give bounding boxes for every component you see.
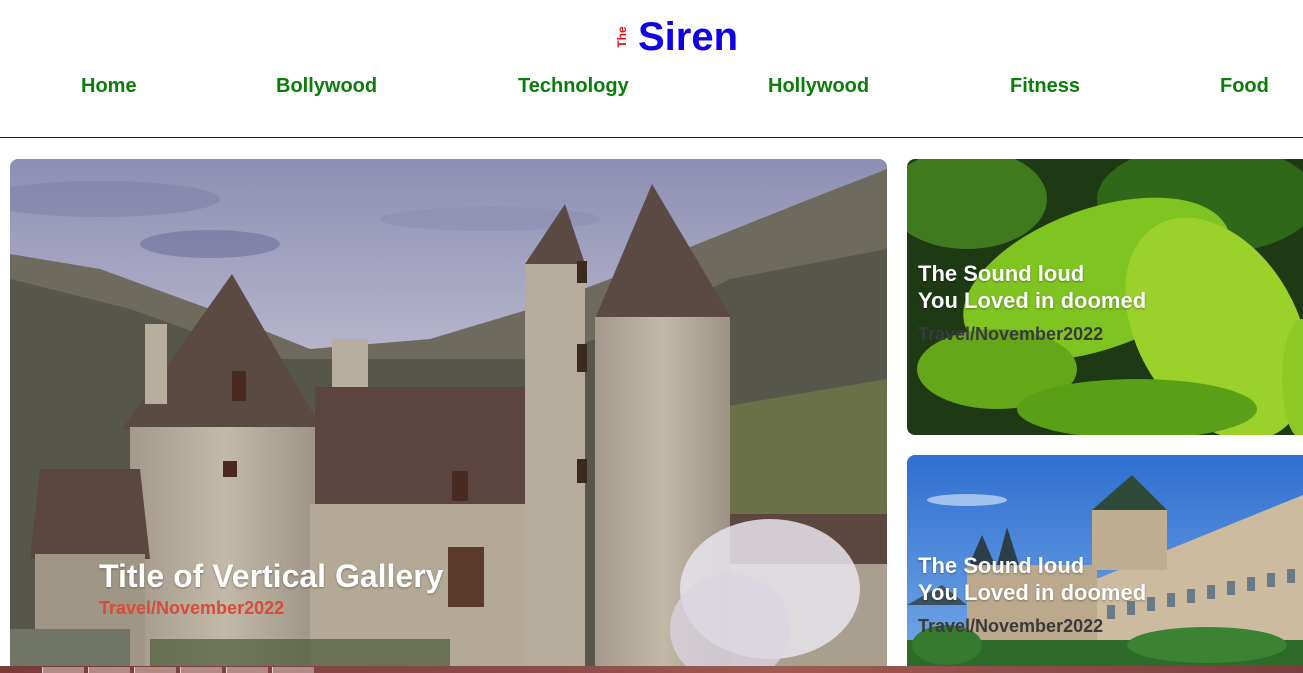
header-divider (0, 137, 1303, 138)
gallery-thumb[interactable] (226, 667, 268, 673)
main-gallery-card[interactable]: Title of Vertical Gallery Travel/Novembe… (10, 159, 887, 673)
side-card-1-caption: The Sound loud You Loved in doomed Trave… (918, 260, 1146, 345)
side-card-2-title-line1[interactable]: The Sound loud (918, 552, 1146, 579)
gallery-thumb[interactable] (272, 667, 314, 673)
gallery-thumb[interactable] (180, 667, 222, 673)
side-card-1-meta: Travel/November2022 (918, 324, 1104, 344)
nav-bollywood[interactable]: Bollywood (276, 74, 377, 98)
main-card-title[interactable]: Title of Vertical Gallery (99, 558, 443, 594)
gallery-thumb[interactable] (134, 667, 176, 673)
side-card-building[interactable]: The Sound loud You Loved in doomed Trave… (907, 455, 1303, 673)
side-card-1-title-line2[interactable]: You Loved in doomed (918, 287, 1146, 314)
side-card-2-title-line2[interactable]: You Loved in doomed (918, 579, 1146, 606)
side-card-leaves[interactable]: The Sound loud You Loved in doomed Trave… (907, 159, 1303, 435)
side-card-2-caption: The Sound loud You Loved in doomed Trave… (918, 552, 1146, 637)
logo-siren-text: Siren (638, 15, 739, 59)
side-card-1-title-line1[interactable]: The Sound loud (918, 260, 1146, 287)
nav-technology[interactable]: Technology (518, 74, 629, 98)
site-logo[interactable]: The Siren (0, 14, 1303, 60)
side-card-2-meta: Travel/November2022 (918, 616, 1104, 636)
nav-home[interactable]: Home (81, 74, 137, 98)
nav-food[interactable]: Food (1220, 74, 1269, 98)
nav-hollywood[interactable]: Hollywood (768, 74, 869, 98)
nav-fitness[interactable]: Fitness (1010, 74, 1080, 98)
main-card-caption: Title of Vertical Gallery Travel/Novembe… (99, 558, 443, 619)
logo-the-text: The (615, 26, 629, 48)
main-card-meta: Travel/November2022 (99, 598, 285, 618)
gallery-thumb[interactable] (88, 667, 130, 673)
gallery-thumb[interactable] (42, 667, 84, 673)
main-nav: Home Bollywood Technology Hollywood Fitn… (0, 74, 1303, 100)
